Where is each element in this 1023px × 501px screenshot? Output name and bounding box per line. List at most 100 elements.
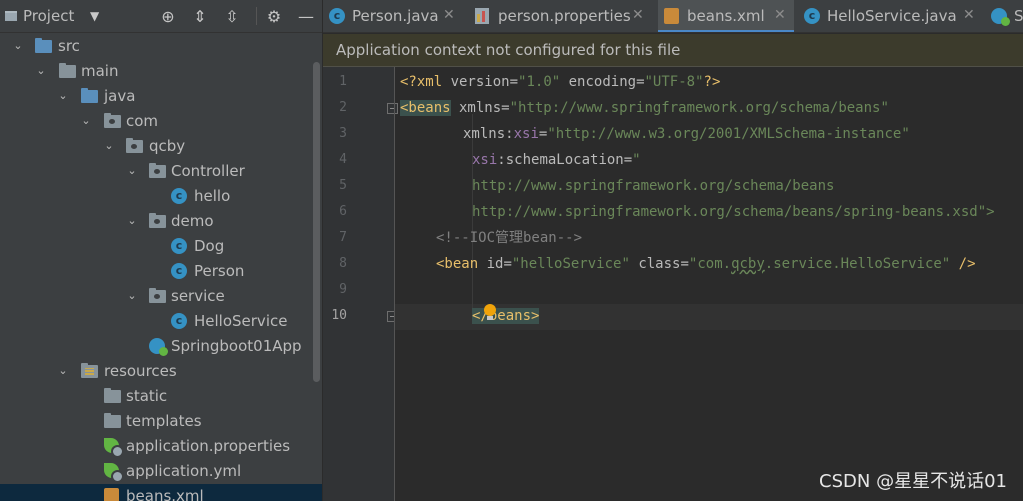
code-line-8: <bean id="helloService" class="com.qcby.… [436,256,976,272]
tree-item-main[interactable]: ⌄ main [0,59,322,84]
chevron-down-icon[interactable]: ⌄ [12,37,24,55]
gear-icon[interactable]: ⚙ [264,6,284,26]
spring-config-icon [104,463,124,483]
close-icon[interactable]: ✕ [443,7,455,23]
close-icon[interactable]: ✕ [963,7,975,23]
tree-item-label: templates [126,412,202,430]
tree-scrollbar[interactable] [313,62,320,382]
banner-text: Application context not configured for t… [336,41,681,59]
class-icon: c [171,238,188,255]
tree-item-templates[interactable]: templates [0,409,322,434]
tree-item-label: hello [194,187,231,205]
code-line-6: http://www.springframework.org/schema/be… [472,204,995,220]
lightbulb-icon[interactable] [483,304,497,322]
collapse-all-icon[interactable]: ⇳ [222,6,242,26]
class-icon: c [171,313,188,330]
close-icon[interactable]: ✕ [632,7,644,23]
project-panel-title[interactable]: Project [23,7,74,25]
tree-item-label: Controller [171,162,245,180]
tab-label: person.properties [498,7,631,25]
source-folder-icon [35,38,52,55]
tab-person-properties[interactable]: person.properties ✕ [469,0,654,32]
code-line-7: <!--IOC管理bean--> [436,230,583,246]
locate-icon[interactable]: ⊕ [158,6,178,26]
line-number: 8 [339,256,347,271]
chevron-down-icon[interactable]: ⌄ [126,162,138,180]
line-number: 6 [339,204,347,219]
line-number: 5 [339,178,347,193]
line-number: 4 [339,152,347,167]
folder-icon [104,413,121,430]
code-line-3: xmlns:xsi="http://www.w3.org/2001/XMLSch… [463,126,910,142]
tree-item-static[interactable]: static [0,384,322,409]
line-number: 1 [339,74,347,89]
code-line-1: <?xml version="1.0" encoding="UTF-8"?> [400,74,721,90]
tree-item-src[interactable]: ⌄ src [0,34,322,59]
tab-beans-xml[interactable]: beans.xml ✕ [658,0,794,32]
tree-item-demo[interactable]: ⌄ demo [0,209,322,234]
project-panel: Project ▼ ⊕ ⇕ ⇳ ⚙ — ⌄ src ⌄ main ⌄ java … [0,0,322,501]
tree-item-label: Person [194,262,245,280]
xml-file-icon [664,8,680,24]
chevron-down-icon[interactable]: ⌄ [126,287,138,305]
tree-item-application-yml[interactable]: application.yml [0,459,322,484]
line-number: 3 [339,126,347,141]
package-icon [149,163,166,180]
tree-item-com[interactable]: ⌄ com [0,109,322,134]
class-icon: c [171,263,188,280]
tab-overflow[interactable]: S [985,0,1023,32]
project-panel-icon [5,11,17,21]
tree-item-person[interactable]: c Person [0,259,322,284]
line-number: 9 [339,282,347,297]
tree-item-helloservice[interactable]: c HelloService [0,309,322,334]
editor-gutter: 1 2 3 4 5 6 7 8 9 10 [323,67,398,501]
watermark: CSDN @星星不说话01 [819,471,1007,492]
class-icon: c [171,188,188,205]
tree-item-label: main [81,62,119,80]
editor-tab-bar: c Person.java ✕ person.properties ✕ bean… [323,0,1023,33]
class-icon: c [804,8,820,24]
tree-item-application-properties[interactable]: application.properties [0,434,322,459]
tree-item-label: qcby [149,137,186,155]
tree-item-controller[interactable]: ⌄ Controller [0,159,322,184]
chevron-down-icon[interactable]: ⌄ [35,62,47,80]
java-source-folder-icon [81,88,98,105]
tab-label: beans.xml [687,7,765,25]
tab-person-java[interactable]: c Person.java ✕ [323,0,465,32]
tree-item-label: demo [171,212,214,230]
tree-item-dog[interactable]: c Dog [0,234,322,259]
notification-banner: Application context not configured for t… [323,34,1023,67]
code-editor[interactable]: <?xml version="1.0" encoding="UTF-8"?> <… [395,67,1023,501]
class-icon: c [329,8,345,24]
chevron-down-icon[interactable]: ⌄ [126,212,138,230]
header-divider [256,7,257,25]
chevron-down-icon[interactable]: ▼ [90,9,99,23]
close-icon[interactable]: ✕ [774,7,786,23]
line-number: 7 [339,230,347,245]
tab-label: Person.java [352,7,439,25]
tree-item-label: Dog [194,237,225,255]
tree-item-beans-xml[interactable]: beans.xml [0,484,322,501]
folder-icon [59,63,76,80]
minimize-icon[interactable]: — [296,6,316,26]
tab-label: S [1014,7,1023,25]
expand-all-icon[interactable]: ⇕ [190,6,210,26]
tree-item-service[interactable]: ⌄ service [0,284,322,309]
chevron-down-icon[interactable]: ⌄ [80,112,92,130]
tree-item-resources[interactable]: ⌄ resources [0,359,322,384]
tree-item-label: service [171,287,225,305]
chevron-down-icon[interactable]: ⌄ [57,362,69,380]
resources-folder-icon [81,363,98,380]
chevron-down-icon[interactable]: ⌄ [57,87,69,105]
code-line-2: <beans xmlns="http://www.springframework… [400,100,889,116]
tree-item-label: java [104,87,136,105]
tree-item-qcby[interactable]: ⌄ qcby [0,134,322,159]
line-number: 2 [339,100,347,115]
tree-item-hello[interactable]: c hello [0,184,322,209]
tree-item-java[interactable]: ⌄ java [0,84,322,109]
line-number: 10 [331,308,347,323]
tab-helloservice-java[interactable]: c HelloService.java ✕ [798,0,984,32]
chevron-down-icon[interactable]: ⌄ [103,137,115,155]
tree-item-springboot01app[interactable]: Springboot01App [0,334,322,359]
package-icon [149,288,166,305]
